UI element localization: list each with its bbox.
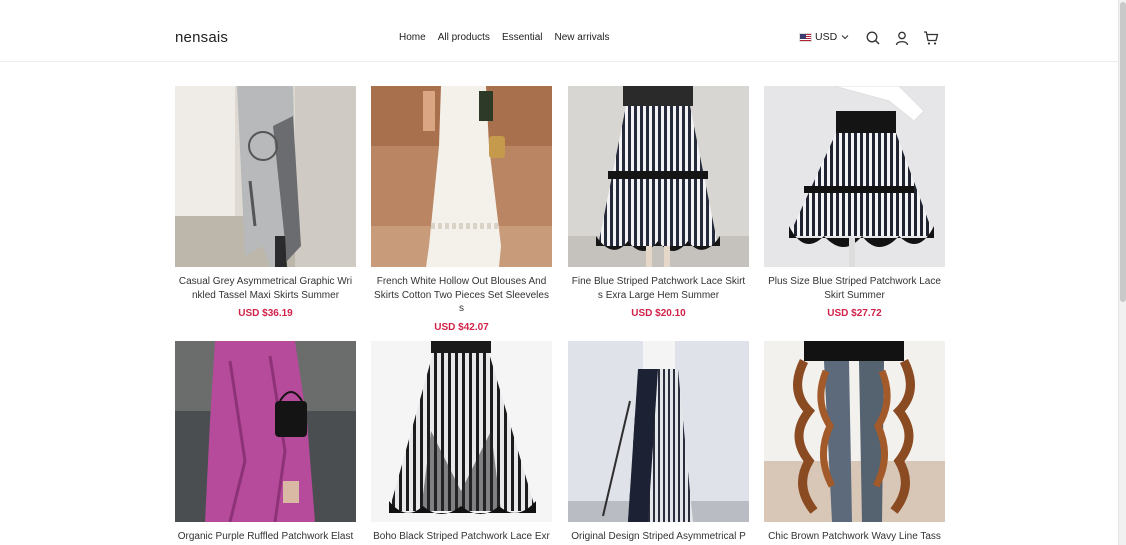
user-icon[interactable] (894, 30, 910, 46)
nav-home[interactable]: Home (399, 32, 426, 43)
product-title[interactable]: Fine Blue Striped Patchwork Lace Skirts … (568, 275, 749, 302)
product-card[interactable]: Organic Purple Ruffled Patchwork Elastic (175, 341, 356, 545)
site-header: nensais Home All products Essential New … (0, 0, 1118, 62)
product-image[interactable] (371, 86, 552, 267)
product-card[interactable]: Original Design Striped Asymmetrical P (568, 341, 749, 544)
us-flag-icon (799, 32, 812, 42)
site-logo[interactable]: nensais (175, 29, 228, 46)
product-card[interactable]: Chic Brown Patchwork Wavy Line Tassel (764, 341, 945, 545)
product-price: USD $42.07 (434, 321, 489, 333)
nav-all-products[interactable]: All products (438, 32, 490, 43)
product-title[interactable]: Chic Brown Patchwork Wavy Line Tassel (764, 530, 945, 545)
product-image[interactable] (764, 86, 945, 267)
product-card[interactable]: Casual Grey Asymmetrical Graphic Wrinkle… (175, 86, 356, 319)
product-title[interactable]: Casual Grey Asymmetrical Graphic Wrinkle… (175, 275, 356, 302)
main-nav: Home All products Essential New arrivals (399, 32, 610, 43)
product-image[interactable] (175, 341, 356, 522)
product-price: USD $36.19 (238, 308, 293, 319)
nav-essential[interactable]: Essential (502, 32, 543, 43)
product-price: USD $20.10 (631, 308, 686, 319)
product-image[interactable] (568, 341, 749, 522)
product-card[interactable]: Fine Blue Striped Patchwork Lace Skirts … (568, 86, 749, 319)
currency-label: USD (815, 31, 838, 43)
product-card[interactable]: Plus Size Blue Striped Patchwork Lace Sk… (764, 86, 945, 319)
product-image[interactable] (568, 86, 749, 267)
product-title[interactable]: Organic Purple Ruffled Patchwork Elastic (175, 530, 356, 545)
cart-icon[interactable] (923, 30, 939, 46)
page-scrollbar[interactable] (1118, 0, 1126, 545)
product-image[interactable] (175, 86, 356, 267)
product-title[interactable]: Original Design Striped Asymmetrical P (568, 530, 749, 544)
product-title[interactable]: Plus Size Blue Striped Patchwork Lace Sk… (764, 275, 945, 302)
product-image[interactable] (371, 341, 552, 522)
product-image[interactable] (764, 341, 945, 522)
scrollbar-thumb[interactable] (1120, 2, 1126, 302)
nav-new-arrivals[interactable]: New arrivals (555, 32, 610, 43)
chevron-down-icon (841, 35, 849, 40)
product-title[interactable]: Boho Black Striped Patchwork Lace Exra (371, 530, 552, 545)
currency-selector[interactable]: USD (799, 31, 850, 43)
product-card[interactable]: French White Hollow Out Blouses And Skir… (371, 86, 552, 333)
search-icon[interactable] (865, 30, 881, 46)
product-card[interactable]: Boho Black Striped Patchwork Lace Exra (371, 341, 552, 545)
product-price: USD $27.72 (827, 308, 882, 319)
product-title[interactable]: French White Hollow Out Blouses And Skir… (371, 275, 552, 316)
